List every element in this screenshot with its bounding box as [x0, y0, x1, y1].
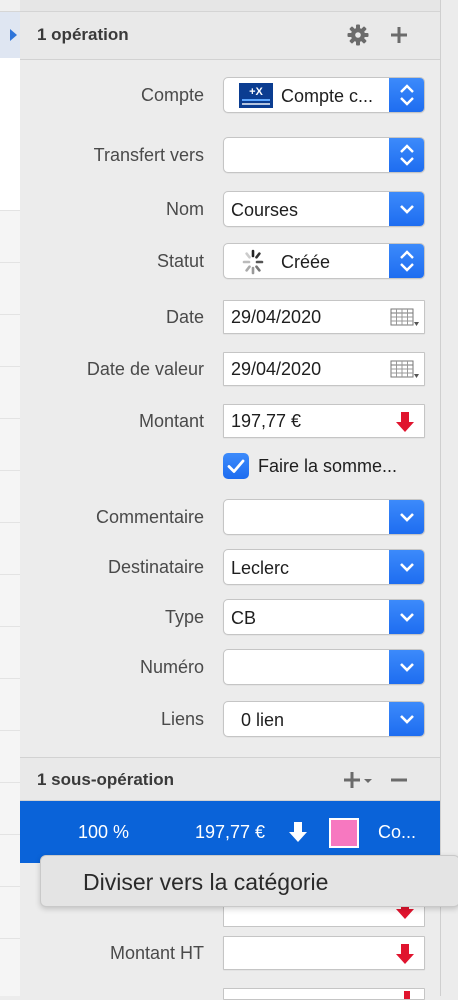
list-divider	[0, 470, 20, 471]
list-divider	[0, 366, 20, 367]
statut-label: Statut	[156, 251, 204, 271]
list-background	[0, 210, 20, 996]
date-valeur-field[interactable]: 29/04/2020	[223, 352, 425, 386]
montant-field[interactable]: 197,77 €	[223, 404, 425, 438]
compte-label: Compte	[140, 85, 204, 105]
list-divider	[0, 730, 20, 731]
date-value: 29/04/2020	[231, 307, 322, 327]
destinataire-value: Leclerc	[231, 558, 290, 578]
montant-ht-label: Montant HT	[109, 943, 204, 963]
compte-popup[interactable]: +X Compte c...	[223, 77, 425, 113]
window-right-edge	[440, 0, 458, 996]
statut-value: Créée	[281, 252, 331, 272]
sous-operation-amount: 197,77 €	[195, 822, 266, 842]
tooltip: Diviser vers la catégorie	[40, 855, 458, 907]
sous-operation-category: Co...	[378, 822, 417, 842]
sous-operation-row[interactable]: 100 % 197,77 € Co...	[20, 801, 440, 863]
sous-operation-header: 1 sous-opération	[20, 757, 440, 801]
nom-combobox[interactable]: Courses	[223, 191, 425, 227]
faire-somme-checkbox[interactable]	[223, 453, 249, 479]
type-label: Type	[164, 607, 204, 627]
statut-popup[interactable]: Créée	[223, 243, 425, 279]
destinataire-combobox[interactable]: Leclerc	[223, 549, 425, 585]
montant-value: 197,77 €	[231, 411, 302, 431]
chevron-down-icon[interactable]	[389, 650, 424, 684]
liens-popup[interactable]: 0 lien	[223, 701, 425, 737]
tooltip-text: Diviser vers la catégorie	[83, 869, 329, 895]
arrow-down-icon	[288, 821, 308, 848]
list-divider	[0, 262, 20, 263]
bank-logo-icon: +X	[239, 83, 273, 108]
plus-icon[interactable]	[388, 24, 410, 46]
gear-icon[interactable]	[347, 24, 369, 46]
list-divider	[0, 210, 20, 211]
list-divider	[0, 834, 20, 835]
selection-arrow-icon	[10, 29, 17, 41]
updown-chevron-icon[interactable]	[389, 244, 424, 278]
list-divider	[0, 886, 20, 887]
list-divider	[0, 626, 20, 627]
destinataire-label: Destinataire	[107, 557, 204, 577]
sous-operation-percent: 100 %	[78, 822, 130, 842]
montant-ht-field[interactable]	[223, 936, 425, 970]
list-divider	[0, 782, 20, 783]
operation-inspector: 1 opération Compte +X Compte c... Transf…	[20, 0, 440, 1000]
date-label: Date	[165, 307, 204, 327]
debit-arrow-down-icon[interactable]	[395, 411, 415, 437]
plus-dropdown-icon[interactable]	[342, 769, 376, 791]
operation-header: 1 opération	[20, 12, 440, 60]
faire-somme-label[interactable]: Faire la somme...	[258, 456, 397, 477]
checkmark-icon	[227, 459, 245, 473]
chevron-down-icon[interactable]	[389, 550, 424, 584]
svg-text:+X: +X	[249, 86, 263, 98]
type-combobox[interactable]: CB	[223, 599, 425, 635]
list-row[interactable]	[0, 58, 20, 210]
compte-value: Compte c...	[281, 86, 374, 106]
numero-label: Numéro	[139, 657, 204, 677]
spinner-icon	[238, 249, 268, 278]
date-valeur-label: Date de valeur	[86, 359, 204, 379]
list-divider	[0, 522, 20, 523]
transfert-label: Transfert vers	[93, 145, 204, 165]
calendar-icon[interactable]	[390, 307, 420, 333]
nom-value: Courses	[231, 200, 299, 220]
list-divider	[0, 678, 20, 679]
list-header	[0, 0, 20, 12]
numero-combobox[interactable]	[223, 649, 425, 685]
updown-chevron-icon[interactable]	[389, 138, 424, 172]
montant-label: Montant	[138, 411, 204, 431]
transfert-popup[interactable]	[223, 137, 425, 173]
chevron-down-icon[interactable]	[389, 500, 424, 534]
category-color-swatch	[329, 818, 359, 848]
liens-value: 0 lien	[241, 710, 285, 730]
list-divider	[0, 938, 20, 939]
next-field[interactable]	[223, 988, 425, 1000]
date-field[interactable]: 29/04/2020	[223, 300, 425, 334]
type-value: CB	[231, 608, 257, 628]
debit-arrow-down-icon[interactable]	[395, 943, 415, 969]
chevron-down-icon[interactable]	[389, 702, 424, 736]
operation-title: 1 opération	[37, 25, 129, 44]
list-selected-row[interactable]	[0, 12, 20, 58]
chevron-down-icon[interactable]	[389, 192, 424, 226]
sous-operation-title: 1 sous-opération	[37, 770, 174, 789]
commentaire-combobox[interactable]	[223, 499, 425, 535]
list-divider	[0, 574, 20, 575]
chevron-down-icon[interactable]	[389, 600, 424, 634]
date-valeur-value: 29/04/2020	[231, 359, 322, 379]
transactions-list-edge	[0, 0, 20, 996]
nom-label: Nom	[165, 199, 204, 219]
updown-chevron-icon[interactable]	[389, 78, 424, 112]
minus-icon[interactable]	[388, 769, 410, 791]
calendar-icon[interactable]	[390, 359, 420, 385]
commentaire-label: Commentaire	[95, 507, 204, 527]
list-divider	[0, 418, 20, 419]
list-divider	[0, 314, 20, 315]
liens-label: Liens	[160, 709, 204, 729]
panel-top-bar	[20, 0, 440, 12]
